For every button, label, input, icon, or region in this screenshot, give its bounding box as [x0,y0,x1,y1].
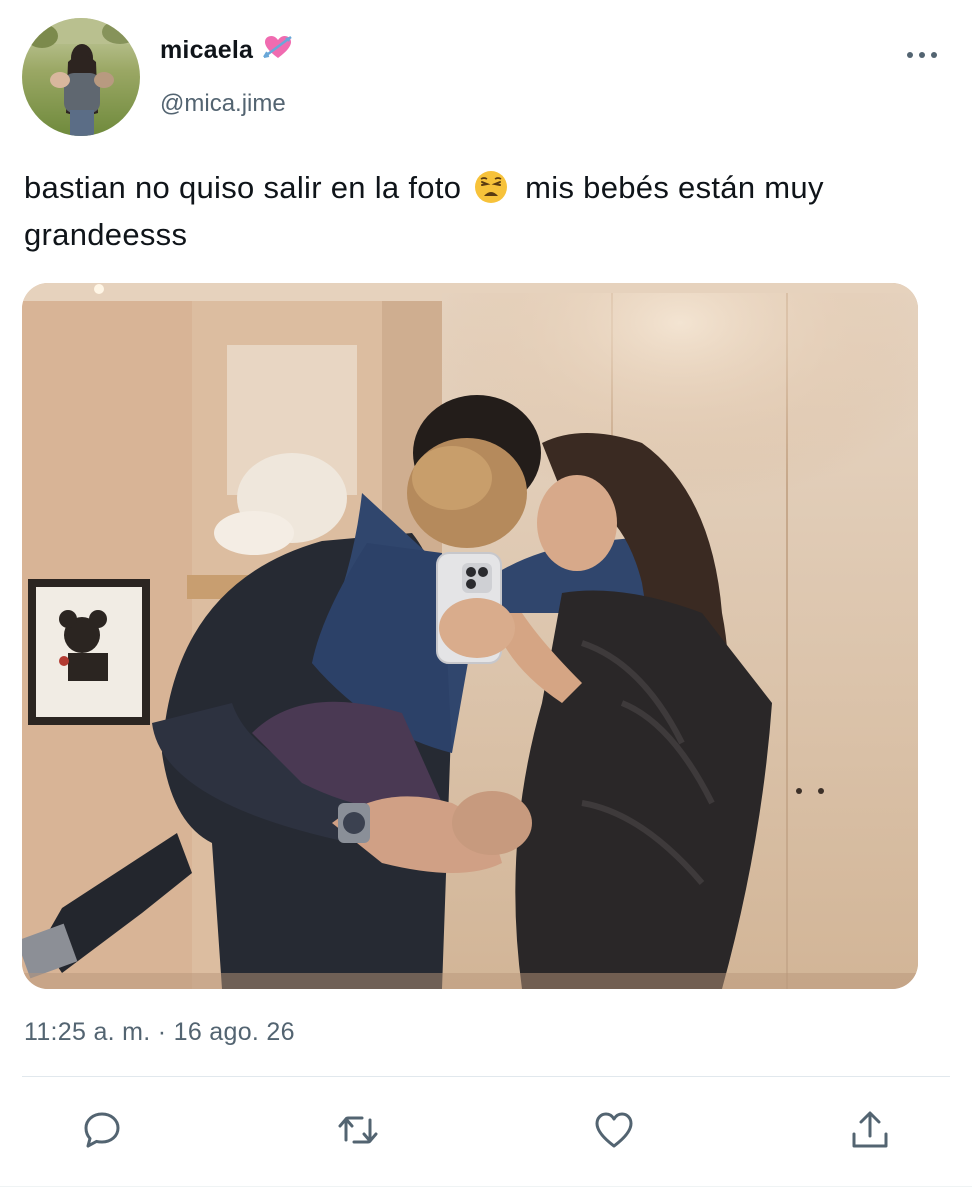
user-handle[interactable]: @mica.jime [160,90,286,118]
bottom-divider [0,1186,972,1187]
weary-face-icon [474,170,508,204]
divider [22,1076,950,1077]
more-options-button[interactable] [902,40,942,70]
tweet-text: bastian no quiso salir en la foto mis be… [24,164,924,258]
more-icon [907,52,937,58]
display-name-text: micaela [160,36,254,64]
tweet: micaela @mica.jime bastian no quiso sali… [0,0,972,1200]
display-name[interactable]: micaela [160,34,293,67]
avatar[interactable] [22,18,140,136]
share-icon [852,1111,888,1148]
reply-button[interactable] [78,1106,126,1154]
tweet-photo[interactable] [22,283,918,989]
tweet-timestamp[interactable]: 11:25 a. m. · 16 ago. 26 [24,1018,295,1047]
share-button[interactable] [846,1106,894,1154]
like-button[interactable] [590,1106,638,1154]
like-icon [595,1112,633,1148]
retweet-button[interactable] [334,1106,382,1154]
reply-icon [84,1112,120,1148]
tweet-text-part1: bastian no quiso salir en la foto [24,170,462,205]
heart-with-arrow-icon [263,34,293,67]
retweet-icon [338,1116,378,1144]
